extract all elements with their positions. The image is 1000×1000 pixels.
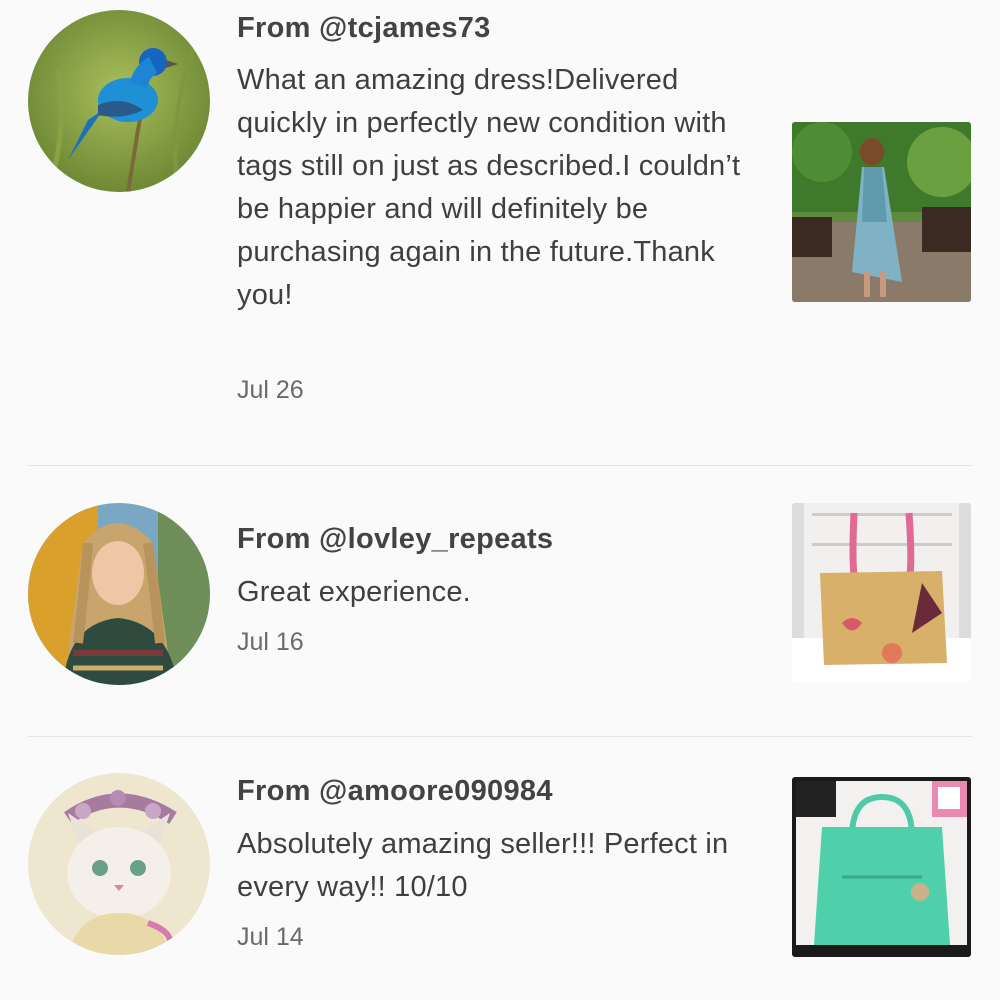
review-comment: Great experience. (237, 576, 471, 608)
review-date: Jul 14 (237, 923, 304, 951)
woman-portrait-avatar-image (28, 503, 210, 685)
reviewer-avatar[interactable] (28, 10, 210, 192)
review-date: Jul 16 (237, 628, 304, 656)
teal-tote-photo-image (792, 777, 971, 957)
review-comment: Absolutely amazing seller!!! Perfect in … (237, 828, 729, 903)
reviewer-avatar[interactable] (28, 503, 210, 685)
listing-thumbnail[interactable] (792, 777, 971, 957)
kitten-illustration-avatar-image (28, 773, 210, 955)
reviewer-username[interactable]: From @amoore090984 (237, 775, 553, 808)
handbag-photo-image (792, 503, 971, 683)
review-date: Jul 26 (237, 376, 304, 404)
reviewer-username[interactable]: From @lovley_repeats (237, 523, 553, 556)
reviewer-username[interactable]: From @tcjames73 (237, 12, 491, 45)
bluebird-avatar-image (28, 10, 210, 192)
listing-thumbnail[interactable] (792, 503, 971, 683)
review-divider (28, 736, 972, 737)
review-divider (28, 465, 972, 466)
reviewer-avatar[interactable] (28, 773, 210, 955)
dress-photo-image (792, 122, 971, 302)
listing-thumbnail[interactable] (792, 122, 971, 302)
reviews-feed: From @tcjames73 What an amazing dress!De… (0, 0, 1000, 1000)
review-comment: What an amazing dress!Delivered quickly … (237, 64, 741, 311)
